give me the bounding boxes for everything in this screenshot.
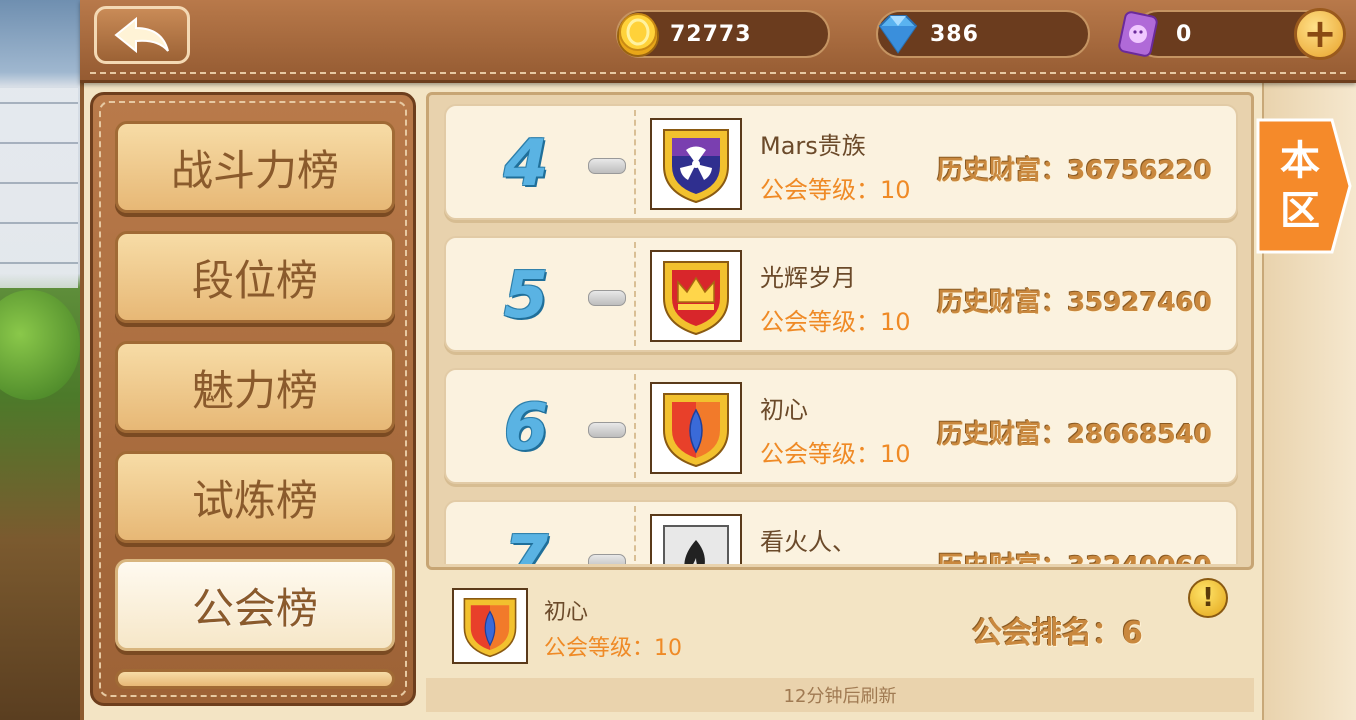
back-button[interactable] — [94, 6, 190, 64]
divider — [634, 506, 636, 564]
gold-value: 72773 — [670, 21, 752, 47]
info-button[interactable]: ! — [1188, 578, 1228, 618]
my-guild-name: 初心 — [544, 600, 589, 625]
radiation-shield-icon — [663, 129, 729, 204]
rank-unchanged-icon — [588, 422, 626, 438]
tab-division[interactable]: 段位榜 — [115, 231, 395, 323]
rank-number: 4 — [503, 127, 549, 201]
guild-wealth: 历史财富：35927460 — [937, 288, 1212, 318]
guild-wealth: 历史财富：28668540 — [937, 420, 1212, 450]
plus-icon: + — [1303, 11, 1337, 57]
list-item[interactable]: 6 初心 公会等级：10 历史财富：28668540 — [444, 368, 1238, 484]
background-building — [0, 88, 78, 288]
rank-unchanged-icon — [588, 158, 626, 174]
tab-label: 段位榜 — [191, 255, 318, 305]
flame-shield-icon — [663, 525, 729, 564]
divider — [634, 374, 636, 478]
tab-guild[interactable]: 公会榜 — [115, 559, 395, 651]
guild-name: 初心 — [760, 396, 808, 424]
tab-charm[interactable]: 魅力榜 — [115, 341, 395, 433]
guild-name: Mars贵族 — [760, 132, 866, 160]
guild-emblem — [650, 382, 742, 474]
feather-shield-icon — [663, 393, 729, 468]
ticket-icon — [1118, 11, 1158, 57]
region-tab[interactable]: 本区 — [1256, 118, 1352, 254]
guild-wealth: 历史财富：33240060 — [937, 546, 1212, 564]
guild-name: 光辉岁月 — [760, 264, 856, 292]
diamond-icon — [878, 15, 918, 54]
rank-number: 5 — [503, 259, 549, 333]
guild-level: 公会等级：10 — [760, 308, 911, 336]
tab-label: 魅力榜 — [191, 365, 318, 415]
guild-emblem — [650, 250, 742, 342]
background-tree — [0, 290, 80, 400]
gold-coin-icon — [617, 13, 659, 57]
my-guild-bar: 初心 公会等级：10 公会排名：6 ! — [428, 572, 1254, 682]
guild-wealth: 历史财富：36756220 — [937, 156, 1212, 186]
diamond-value: 386 — [930, 21, 979, 47]
tab-label: 公会榜 — [191, 583, 318, 633]
top-bar: 72773 386 0 + — [80, 0, 1356, 83]
my-guild-rank: 公会排名：6 — [972, 616, 1143, 651]
guild-level: 公会等级：10 — [760, 176, 911, 204]
feather-shield-icon — [463, 598, 517, 658]
guild-name: 看火人、 — [760, 528, 856, 556]
region-tab-label: 本区 — [1280, 138, 1320, 234]
exclamation-icon: ! — [1202, 583, 1214, 613]
tab-trial[interactable]: 试炼榜 — [115, 451, 395, 543]
tab-label: 试炼榜 — [191, 475, 318, 525]
diamond-counter: 386 — [876, 10, 1090, 58]
background-scene — [0, 0, 80, 720]
ticket-value: 0 — [1176, 21, 1193, 47]
rank-unchanged-icon — [588, 554, 626, 564]
list-item[interactable]: 4 Mars贵族 公会等级：10 历史财富：36756220 — [444, 104, 1238, 220]
list-item[interactable]: 7 看火人、 历史财富：33240060 — [444, 500, 1238, 564]
crown-shield-icon — [663, 261, 729, 336]
rank-unchanged-icon — [588, 290, 626, 306]
back-arrow-icon — [114, 16, 169, 54]
my-guild-emblem — [452, 588, 528, 664]
guild-emblem — [650, 514, 742, 564]
guild-level: 公会等级：10 — [760, 440, 911, 468]
rank-number: 6 — [503, 391, 549, 465]
guild-emblem — [650, 118, 742, 210]
divider — [634, 242, 636, 346]
ranking-list[interactable]: 4 Mars贵族 公会等级：10 历史财富：36756220 5 光辉岁月 公会… — [444, 100, 1240, 564]
my-guild-level: 公会等级：10 — [544, 636, 682, 661]
tab-label: 战斗力榜 — [170, 145, 339, 195]
ranking-tabs-panel: 战斗力榜 段位榜 魅力榜 试炼榜 公会榜 — [90, 92, 416, 706]
divider — [634, 110, 636, 214]
list-item[interactable]: 5 光辉岁月 公会等级：10 历史财富：35927460 — [444, 236, 1238, 352]
gold-counter: 72773 — [616, 10, 830, 58]
tab-combat-power[interactable]: 战斗力榜 — [115, 121, 395, 213]
rank-number: 7 — [503, 523, 549, 564]
tab-more-partial[interactable] — [115, 669, 395, 689]
add-currency-button[interactable]: + — [1294, 8, 1346, 60]
refresh-timer: 12分钟后刷新 — [426, 678, 1254, 712]
